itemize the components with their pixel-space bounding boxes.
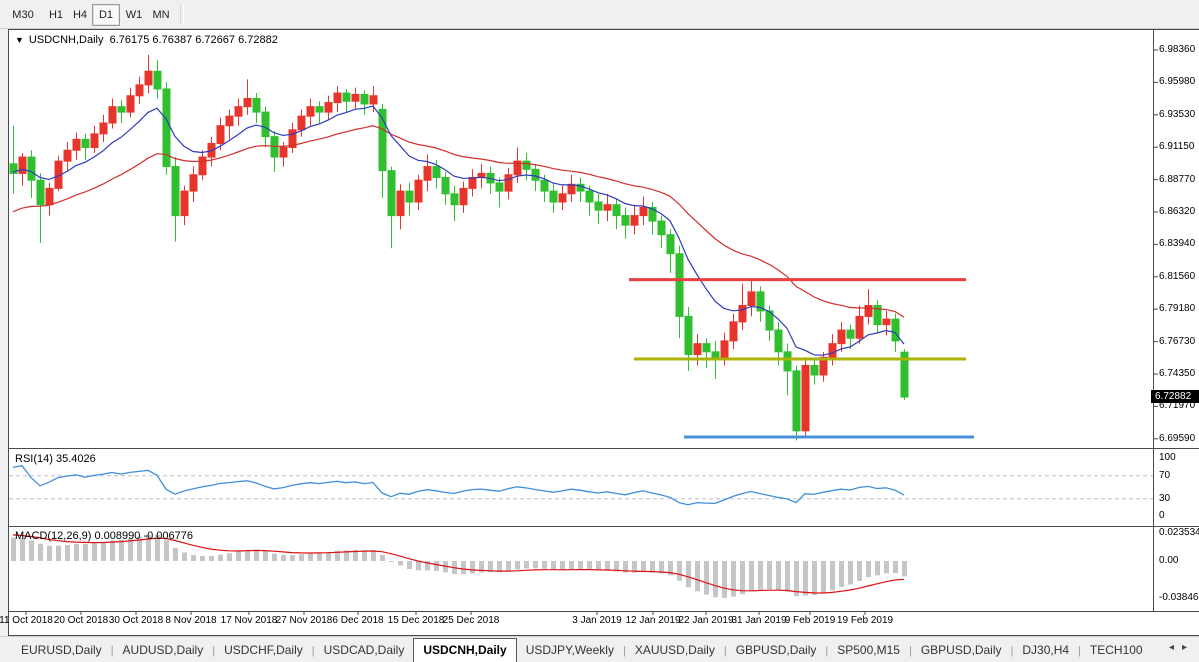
chart-title: USDCNH,Daily bbox=[29, 34, 104, 46]
date-tick-label: 12 Jan 2019 bbox=[625, 615, 680, 626]
current-price-tag: 6.72882 bbox=[1151, 390, 1199, 403]
price-tick-label: 6.74350 bbox=[1159, 368, 1195, 379]
rsi-label: RSI(14) bbox=[15, 453, 53, 465]
price-axis-line bbox=[1153, 30, 1154, 611]
timeframe-button-h4[interactable]: H4 bbox=[66, 4, 94, 26]
price-tick-label: 6.83940 bbox=[1159, 238, 1195, 249]
price-tick-label: 6.91150 bbox=[1159, 141, 1194, 152]
chart-title-row: ▼ USDCNH,Daily 6.76175 6.76387 6.72667 6.… bbox=[15, 34, 278, 46]
main-rsi-separator[interactable] bbox=[9, 448, 1199, 449]
timeframe-button-w1[interactable]: W1 bbox=[120, 4, 148, 26]
date-tick-label: 27 Nov 2018 bbox=[276, 615, 333, 626]
chart-ohlc-values: 6.76175 6.76387 6.72667 6.72882 bbox=[110, 34, 278, 46]
price-tick-label: 6.86320 bbox=[1159, 206, 1195, 217]
chart-tab-bar: EURUSD,Daily|AUDUSD,Daily|USDCHF,Daily|U… bbox=[0, 636, 1199, 662]
price-tick-label: 6.69590 bbox=[1159, 433, 1195, 444]
macd-label: MACD(12,26,9) bbox=[15, 530, 91, 542]
tab-scroll-right-icon[interactable]: ▸ bbox=[1182, 642, 1195, 653]
time-axis-line bbox=[9, 611, 1199, 612]
chart-dropdown-icon[interactable]: ▼ bbox=[15, 35, 24, 45]
timeframe-toolbar: M30 H1 H4 D1 W1 MN bbox=[0, 0, 1199, 29]
rsi-axis-0: 0 bbox=[1159, 510, 1165, 521]
chart-tab-gbpusd-daily[interactable]: GBPUSD,Daily bbox=[912, 639, 1011, 662]
chart-tab-tech100[interactable]: TECH100 bbox=[1081, 639, 1152, 662]
timeframe-button-mn[interactable]: MN bbox=[146, 4, 176, 26]
price-tick-label: 6.98360 bbox=[1159, 44, 1195, 55]
timeframe-button-m30[interactable]: M30 bbox=[6, 4, 40, 26]
chart-tab-usdcad-daily[interactable]: USDCAD,Daily bbox=[315, 639, 414, 662]
tab-scroll-left-icon[interactable]: ◂ bbox=[1169, 642, 1182, 653]
date-tick-label: 9 Feb 2019 bbox=[785, 615, 836, 626]
chart-tab-xauusd-daily[interactable]: XAUUSD,Daily bbox=[626, 639, 724, 662]
macd-main-value: 0.008990 bbox=[94, 530, 140, 542]
chart-tab-dj30-h4[interactable]: DJ30,H4 bbox=[1013, 639, 1078, 662]
date-tick-label: 22 Jan 2019 bbox=[678, 615, 733, 626]
chart-tab-sp500-m15[interactable]: SP500,M15 bbox=[828, 639, 909, 662]
toolbar-separator bbox=[180, 4, 184, 24]
date-tick-label: 11 Oct 2018 bbox=[0, 615, 53, 626]
macd-label-row: MACD(12,26,9) 0.008990 -0.006776 bbox=[15, 530, 193, 542]
price-tick-label: 6.76730 bbox=[1159, 336, 1195, 347]
chart-tab-usdcnh-daily[interactable]: USDCNH,Daily bbox=[413, 638, 516, 662]
chart-plot[interactable] bbox=[9, 30, 1199, 635]
rsi-value: 35.4026 bbox=[56, 453, 96, 465]
macd-axis-max: 0.023534 bbox=[1159, 527, 1199, 538]
date-tick-label: 25 Dec 2018 bbox=[443, 615, 500, 626]
date-tick-label: 19 Feb 2019 bbox=[837, 615, 893, 626]
date-tick-label: 3 Jan 2019 bbox=[572, 615, 622, 626]
rsi-label-row: RSI(14) 35.4026 bbox=[15, 453, 96, 465]
macd-signal-value: -0.006776 bbox=[143, 530, 193, 542]
rsi-axis-30: 30 bbox=[1159, 493, 1170, 504]
date-tick-label: 17 Nov 2018 bbox=[221, 615, 278, 626]
price-tick-label: 6.93530 bbox=[1159, 109, 1195, 120]
chart-tab-usdchf-daily[interactable]: USDCHF,Daily bbox=[215, 639, 312, 662]
tab-scroll-arrows[interactable]: ◂▸ bbox=[1169, 642, 1195, 653]
rsi-axis-100: 100 bbox=[1159, 452, 1176, 463]
chart-tab-usdjpy-weekly[interactable]: USDJPY,Weekly bbox=[517, 639, 623, 662]
date-tick-label: 20 Oct 2018 bbox=[54, 615, 108, 626]
chart-tab-eurusd-daily[interactable]: EURUSD,Daily bbox=[12, 639, 111, 662]
price-tick-label: 6.81560 bbox=[1159, 271, 1195, 282]
date-tick-label: 15 Dec 2018 bbox=[388, 615, 445, 626]
price-tick-label: 6.88770 bbox=[1159, 174, 1195, 185]
date-tick-label: 8 Nov 2018 bbox=[165, 615, 216, 626]
chart-window: ▼ USDCNH,Daily 6.76175 6.76387 6.72667 6.… bbox=[8, 29, 1199, 636]
macd-axis-zero: 0.00 bbox=[1159, 555, 1178, 566]
price-tick-label: 6.95980 bbox=[1159, 76, 1195, 87]
date-tick-label: 31 Jan 2019 bbox=[731, 615, 786, 626]
timeframe-button-d1[interactable]: D1 bbox=[92, 4, 120, 26]
chart-tab-gbpusd-daily[interactable]: GBPUSD,Daily bbox=[727, 639, 826, 662]
rsi-axis-70: 70 bbox=[1159, 470, 1170, 481]
macd-axis-min: -0.038466 bbox=[1159, 592, 1199, 603]
date-tick-label: 30 Oct 2018 bbox=[109, 615, 163, 626]
mt4-window: M30 H1 H4 D1 W1 MN ▼ USDCNH,Daily 6.76175… bbox=[0, 0, 1199, 662]
chart-tab-audusd-daily[interactable]: AUDUSD,Daily bbox=[114, 639, 213, 662]
date-tick-label: 6 Dec 2018 bbox=[332, 615, 383, 626]
rsi-macd-separator[interactable] bbox=[9, 526, 1199, 527]
price-tick-label: 6.79180 bbox=[1159, 303, 1195, 314]
